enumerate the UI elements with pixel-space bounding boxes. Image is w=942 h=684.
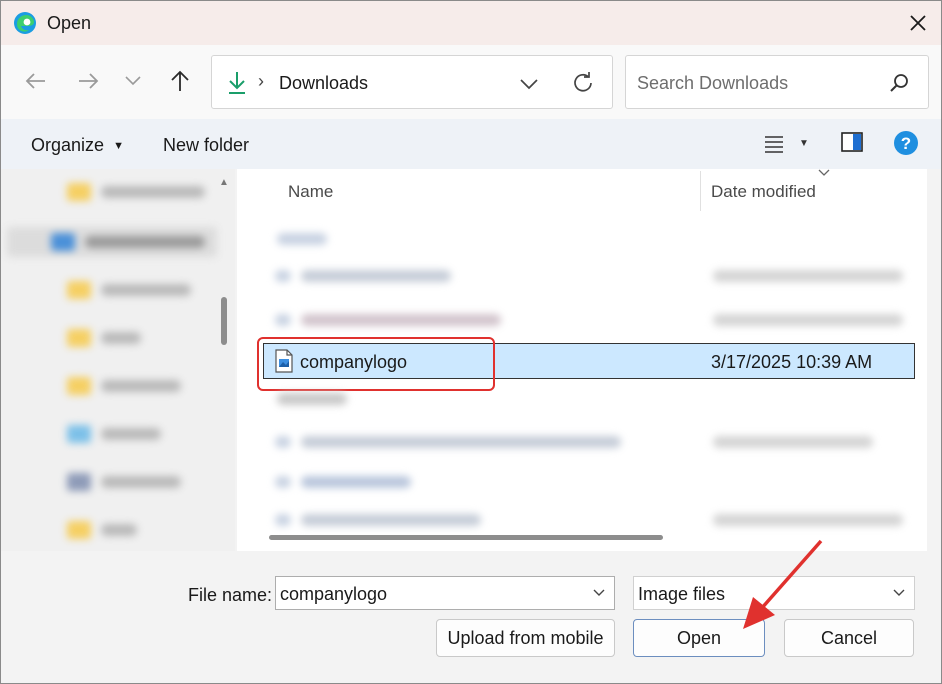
- open-file-dialog: Open › Downloads Search Downloads Organi…: [0, 0, 942, 684]
- table-row-selected[interactable]: companylogo 3/17/2025 10:39 AM: [263, 343, 915, 379]
- preview-pane-icon[interactable]: [841, 132, 863, 152]
- window-title: Open: [47, 13, 92, 33]
- nav-item-blurred[interactable]: [1, 471, 215, 493]
- breadcrumb-chevron-icon: ›: [258, 71, 264, 91]
- dialog-footer: File name: companylogo Image files Uploa…: [1, 551, 941, 683]
- navigation-pane[interactable]: ▲: [1, 169, 235, 551]
- edge-browser-icon: [14, 12, 36, 34]
- nav-item-blurred[interactable]: [1, 327, 215, 349]
- column-divider[interactable]: [700, 171, 701, 211]
- arrow-right-icon: [79, 73, 99, 89]
- command-toolbar: Organize ▼ New folder ▼ ?: [1, 119, 941, 169]
- list-item-blurred[interactable]: [267, 471, 917, 493]
- close-icon: [910, 15, 926, 31]
- arrow-up-icon: [171, 70, 189, 91]
- file-type-value: Image files: [638, 584, 726, 604]
- list-item-blurred[interactable]: [267, 309, 917, 331]
- column-header-name[interactable]: Name: [288, 182, 333, 202]
- upload-from-mobile-button[interactable]: Upload from mobile: [436, 619, 615, 657]
- view-options-caret-icon[interactable]: ▼: [799, 138, 809, 149]
- column-header-date-modified[interactable]: Date modified: [711, 182, 816, 202]
- back-button[interactable]: [19, 65, 51, 97]
- open-button[interactable]: Open: [633, 619, 765, 657]
- address-bar[interactable]: › Downloads: [211, 55, 613, 109]
- organize-button[interactable]: Organize ▼: [31, 135, 124, 156]
- chevron-down-icon[interactable]: [592, 586, 606, 600]
- chevron-down-icon: [125, 76, 141, 86]
- sort-indicator-icon: [818, 169, 830, 176]
- file-name-cell: companylogo: [300, 352, 408, 372]
- breadcrumb-location[interactable]: Downloads: [279, 73, 368, 94]
- new-folder-label: New folder: [163, 135, 250, 155]
- file-name-label: File name:: [188, 585, 273, 605]
- nav-item-blurred[interactable]: [1, 181, 215, 203]
- image-file-icon: [275, 349, 293, 373]
- nav-item-blurred[interactable]: [1, 279, 215, 301]
- caret-down-icon: ▼: [113, 140, 124, 152]
- organize-label: Organize: [31, 135, 105, 155]
- file-list[interactable]: Name Date modified companylogo 3/17/2025…: [237, 169, 927, 551]
- nav-item-blurred[interactable]: [1, 519, 215, 541]
- new-folder-button[interactable]: New folder: [163, 135, 249, 156]
- list-item-blurred[interactable]: [267, 265, 917, 287]
- file-date-cell: 3/17/2025 10:39 AM: [711, 352, 873, 372]
- navigation-scrollbar[interactable]: [221, 297, 227, 345]
- forward-button[interactable]: [73, 65, 105, 97]
- help-icon[interactable]: ?: [893, 130, 919, 156]
- svg-text:?: ?: [901, 134, 911, 153]
- up-button[interactable]: [164, 65, 196, 97]
- nav-item-blurred[interactable]: [1, 423, 215, 445]
- list-item-blurred: [277, 391, 367, 405]
- arrow-left-icon: [25, 73, 45, 89]
- search-placeholder: Search Downloads: [637, 73, 789, 93]
- nav-item-blurred[interactable]: [1, 375, 215, 397]
- cancel-button[interactable]: Cancel: [784, 619, 914, 657]
- nav-item-blurred[interactable]: [7, 227, 217, 257]
- file-type-select[interactable]: Image files: [633, 576, 915, 610]
- scroll-up-icon[interactable]: ▲: [219, 177, 229, 188]
- file-name-field[interactable]: companylogo: [275, 576, 615, 610]
- navigation-bar: › Downloads Search Downloads: [1, 45, 941, 119]
- search-box[interactable]: Search Downloads: [625, 55, 929, 109]
- search-icon[interactable]: [888, 72, 910, 94]
- list-item-blurred: [277, 231, 337, 245]
- list-item-blurred[interactable]: [267, 509, 917, 531]
- close-button[interactable]: [895, 1, 941, 45]
- download-icon: [229, 72, 245, 94]
- view-list-icon[interactable]: [764, 135, 784, 153]
- chevron-down-icon[interactable]: [892, 586, 906, 600]
- list-item-blurred[interactable]: [267, 431, 917, 453]
- horizontal-scrollbar[interactable]: [269, 535, 663, 540]
- address-dropdown-icon[interactable]: [517, 72, 541, 96]
- file-name-value[interactable]: companylogo: [280, 584, 387, 605]
- recent-locations-button[interactable]: [117, 65, 149, 97]
- refresh-icon[interactable]: [570, 70, 596, 96]
- title-bar: Open: [1, 1, 941, 45]
